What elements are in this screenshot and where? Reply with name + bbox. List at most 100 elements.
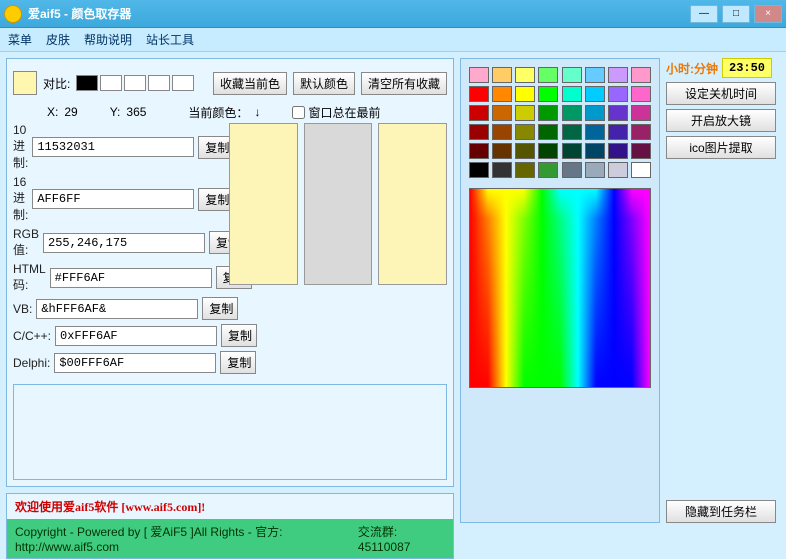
palette-cell[interactable] — [538, 67, 558, 83]
palette-cell[interactable] — [515, 67, 535, 83]
menu-skin[interactable]: 皮肤 — [46, 31, 70, 48]
default-color-button[interactable]: 默认颜色 — [293, 72, 355, 95]
dec-input[interactable] — [32, 137, 194, 157]
menu-main[interactable]: 菜单 — [8, 31, 32, 48]
compare-swatch-4[interactable] — [172, 75, 194, 91]
menu-help[interactable]: 帮助说明 — [84, 31, 132, 48]
palette-cell[interactable] — [631, 124, 651, 140]
hide-tray-button[interactable]: 隐藏到任务栏 — [666, 500, 776, 523]
palette-cell[interactable] — [608, 86, 628, 102]
maximize-button[interactable]: □ — [722, 5, 750, 23]
palette-cell[interactable] — [631, 67, 651, 83]
palette-cell[interactable] — [492, 67, 512, 83]
palette-cell[interactable] — [631, 86, 651, 102]
ico-extract-button[interactable]: ico图片提取 — [666, 136, 776, 159]
palette-cell[interactable] — [469, 86, 489, 102]
palette-cell[interactable] — [585, 67, 605, 83]
palette-cell[interactable] — [538, 86, 558, 102]
fav-current-button[interactable]: 收藏当前色 — [213, 72, 287, 95]
palette-cell[interactable] — [515, 86, 535, 102]
favorite-area[interactable] — [304, 123, 373, 285]
delphi-input[interactable] — [54, 353, 216, 373]
palette-cell[interactable] — [538, 105, 558, 121]
palette-cell[interactable] — [562, 124, 582, 140]
vb-input[interactable] — [36, 299, 198, 319]
palette-cell[interactable] — [562, 86, 582, 102]
gradient-picker[interactable] — [469, 188, 651, 388]
palette-cell[interactable] — [538, 162, 558, 178]
hex-input[interactable] — [32, 189, 194, 209]
palette-cell[interactable] — [469, 143, 489, 159]
palette-cell[interactable] — [585, 124, 605, 140]
menu-tools[interactable]: 站长工具 — [146, 31, 194, 48]
palette-cell[interactable] — [469, 67, 489, 83]
palette-cell[interactable] — [492, 162, 512, 178]
x-value: 29 — [64, 105, 77, 119]
palette-cell[interactable] — [562, 67, 582, 83]
palette-cell[interactable] — [515, 162, 535, 178]
palette-cell[interactable] — [492, 143, 512, 159]
palette-cell[interactable] — [585, 105, 605, 121]
palette-cell[interactable] — [631, 105, 651, 121]
palette-cell[interactable] — [515, 105, 535, 121]
palette-cell[interactable] — [562, 162, 582, 178]
magnifier-button[interactable]: 开启放大镜 — [666, 109, 776, 132]
palette-cell[interactable] — [608, 162, 628, 178]
palette-cell[interactable] — [492, 86, 512, 102]
qq-group-text: 交流群: 45110087 — [358, 523, 445, 554]
copy-delphi-button[interactable]: 复制 — [220, 351, 256, 374]
arrow-down-icon: ↓ — [254, 105, 260, 119]
palette-panel — [460, 58, 660, 523]
palette-cell[interactable] — [631, 143, 651, 159]
palette-cell[interactable] — [492, 124, 512, 140]
compare-swatch-3[interactable] — [148, 75, 170, 91]
main-panel: 对比: 收藏当前色 默认颜色 清空所有收藏 X: 29 Y: 365 当前颜色：… — [6, 58, 454, 487]
compare-swatch-0[interactable] — [76, 75, 98, 91]
palette-cell[interactable] — [608, 105, 628, 121]
dec-label: 10进制: — [13, 123, 28, 171]
compare-label: 对比: — [43, 75, 70, 92]
copy-cpp-button[interactable]: 复制 — [221, 324, 257, 347]
palette-cell[interactable] — [608, 124, 628, 140]
set-shutdown-button[interactable]: 设定关机时间 — [666, 82, 776, 105]
html-input[interactable] — [50, 268, 212, 288]
titlebar: 爱aif5 - 颜色取存器 — □ × — [0, 0, 786, 28]
copyright-text: Copyright - Powered by [ 爱AiF5 ]All Righ… — [15, 523, 358, 554]
palette-cell[interactable] — [631, 162, 651, 178]
html-label: HTML码: — [13, 262, 46, 293]
output-area — [13, 384, 447, 480]
palette-cell[interactable] — [515, 143, 535, 159]
welcome-text: 欢迎使用爱aif5软件 [www.aif5.com]! — [7, 494, 453, 519]
app-logo-icon — [4, 5, 22, 23]
palette-cell[interactable] — [469, 162, 489, 178]
compare-swatch-1[interactable] — [100, 75, 122, 91]
palette-cell[interactable] — [562, 143, 582, 159]
current-color-swatch — [13, 71, 37, 95]
always-on-top-checkbox[interactable]: 窗口总在最前 — [292, 104, 380, 121]
minimize-button[interactable]: — — [690, 5, 718, 23]
palette-cell[interactable] — [469, 105, 489, 121]
palette-cell[interactable] — [585, 86, 605, 102]
right-panel: 小时:分钟 23:50 设定关机时间 开启放大镜 ico图片提取 隐藏到任务栏 — [666, 58, 776, 523]
palette-cell[interactable] — [515, 124, 535, 140]
rgb-input[interactable] — [43, 233, 205, 253]
current-color-preview — [229, 123, 298, 285]
footer-panel: 欢迎使用爱aif5软件 [www.aif5.com]! Copyright - … — [6, 493, 454, 559]
palette-cell[interactable] — [538, 143, 558, 159]
palette-cell[interactable] — [608, 143, 628, 159]
palette-cell[interactable] — [585, 162, 605, 178]
compare-swatch-2[interactable] — [124, 75, 146, 91]
copy-vb-button[interactable]: 复制 — [202, 297, 238, 320]
palette-cell[interactable] — [585, 143, 605, 159]
cpp-input[interactable] — [55, 326, 217, 346]
close-button[interactable]: × — [754, 5, 782, 23]
palette-cell[interactable] — [562, 105, 582, 121]
palette-cell[interactable] — [469, 124, 489, 140]
delphi-label: Delphi: — [13, 356, 50, 370]
palette-cell[interactable] — [538, 124, 558, 140]
x-label: X: — [47, 105, 58, 119]
palette-cell[interactable] — [492, 105, 512, 121]
palette-cell[interactable] — [608, 67, 628, 83]
menubar: 菜单 皮肤 帮助说明 站长工具 — [0, 28, 786, 52]
clear-all-button[interactable]: 清空所有收藏 — [361, 72, 447, 95]
